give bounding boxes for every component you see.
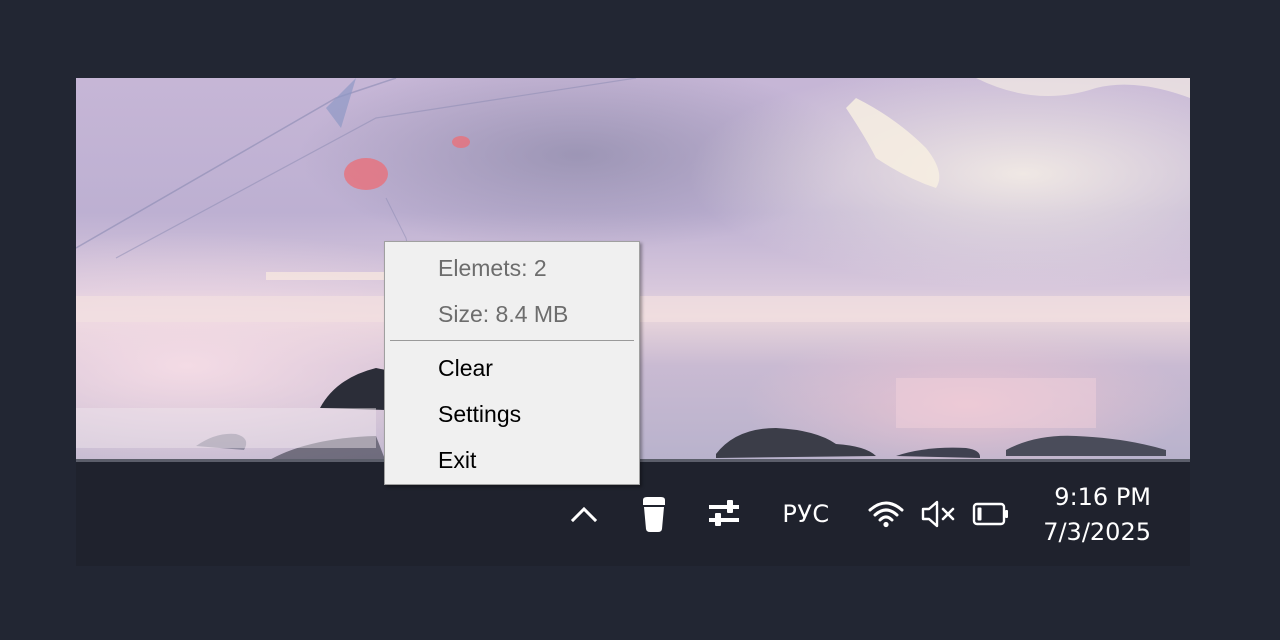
clipboard-tray-button[interactable] [634,494,674,536]
clock-time: 9:16 PM [1054,483,1151,511]
menu-item-exit[interactable]: Exit [438,440,476,480]
battery-icon [972,502,1008,526]
menu-info-elements: Elemets: 2 [438,255,547,281]
volume-button[interactable] [918,496,958,532]
language-indicator[interactable]: РУС [781,497,831,531]
clock[interactable]: 9:16 PM 7/3/2025 [1031,480,1151,550]
wifi-icon [868,501,904,528]
menu-separator [390,340,634,341]
tray-context-menu: Elemets: 2 Size: 8.4 MB Clear Settings E… [384,241,640,485]
menu-info-size: Size: 8.4 MB [438,301,569,327]
show-hidden-icons-button[interactable] [566,496,602,532]
screen: РУС 9:16 PM 7/3/2025 Elemets: 2 Size: 8.… [0,0,1280,640]
menu-item-settings[interactable]: Settings [438,394,521,434]
volume-muted-icon [921,500,955,528]
battery-button[interactable] [970,496,1012,532]
network-button[interactable] [866,496,906,532]
chevron-up-icon [570,506,598,523]
trash-bin-icon [643,497,665,532]
settings-sliders-button[interactable] [704,496,744,532]
menu-item-clear[interactable]: Clear [438,348,493,388]
clock-date: 7/3/2025 [1043,518,1151,546]
sliders-icon [709,500,739,526]
